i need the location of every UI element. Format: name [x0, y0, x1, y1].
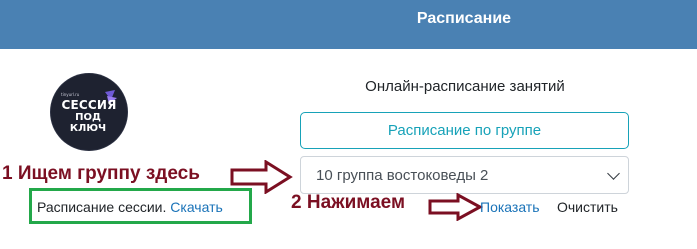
clear-button[interactable]: Очистить — [557, 199, 618, 215]
page-header: Расписание — [0, 0, 697, 49]
session-logo: tinyurl.ru СЕССИЯ ПОД КЛЮЧ — [51, 74, 127, 150]
logo-line2: ПОД КЛЮЧ — [69, 112, 107, 134]
group-select[interactable]: 10 группа востоковеды 2 — [300, 156, 629, 194]
annotation-step1: 1 Ищем группу здесь — [2, 163, 200, 184]
show-button[interactable]: Показать — [480, 199, 540, 215]
annotation-step2: 2 Нажимаем — [291, 192, 406, 213]
page-subtitle: Онлайн-расписание занятий — [365, 78, 565, 95]
group-select-value: 10 группа востоковеды 2 — [316, 166, 489, 184]
header-title: Расписание — [416, 10, 512, 27]
logo-small-text: tinyurl.ru — [61, 92, 80, 97]
logo-line1: СЕССИЯ — [61, 98, 117, 112]
chevron-down-icon — [607, 167, 620, 180]
group-schedule-button[interactable]: Расписание по группе — [300, 112, 629, 149]
session-schedule-text: Расписание сессии. Скачать — [37, 199, 223, 215]
session-label: Расписание сессии. — [37, 199, 167, 215]
group-schedule-button-label: Расписание по группе — [387, 122, 542, 139]
arrow-right-icon — [428, 193, 484, 221]
download-link[interactable]: Скачать — [170, 199, 223, 215]
